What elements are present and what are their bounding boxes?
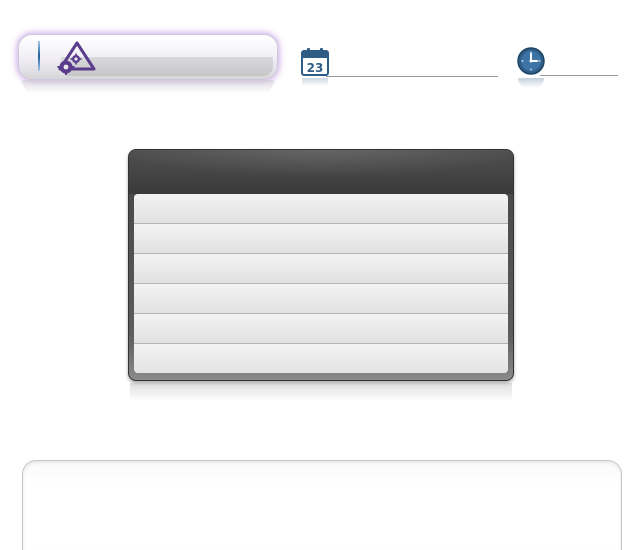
calendar-icon-reflection (302, 78, 328, 86)
clock-icon-reflection (518, 78, 544, 88)
calendar-icon: 23 (301, 48, 329, 76)
calendar-day-number: 23 (307, 61, 324, 75)
list-item[interactable] (134, 314, 508, 344)
list-item[interactable] (134, 344, 508, 373)
time-input-underline (540, 75, 618, 76)
list-item[interactable] (134, 254, 508, 284)
list-panel (128, 149, 514, 381)
list-item[interactable] (134, 284, 508, 314)
time-input-field[interactable] (516, 46, 618, 76)
panel-list (134, 194, 508, 373)
date-input-field[interactable]: 23 (300, 47, 498, 77)
panel-reflection (130, 383, 512, 401)
alert-input-reflection (22, 80, 274, 94)
text-caret (38, 41, 40, 71)
bottom-text-area[interactable] (22, 460, 622, 550)
list-item[interactable] (134, 194, 508, 224)
alert-input-field[interactable] (18, 34, 278, 80)
list-item[interactable] (134, 224, 508, 254)
warning-settings-icon (57, 41, 96, 75)
panel-header (129, 150, 513, 194)
clock-icon (517, 47, 545, 75)
date-input-underline (326, 76, 498, 77)
